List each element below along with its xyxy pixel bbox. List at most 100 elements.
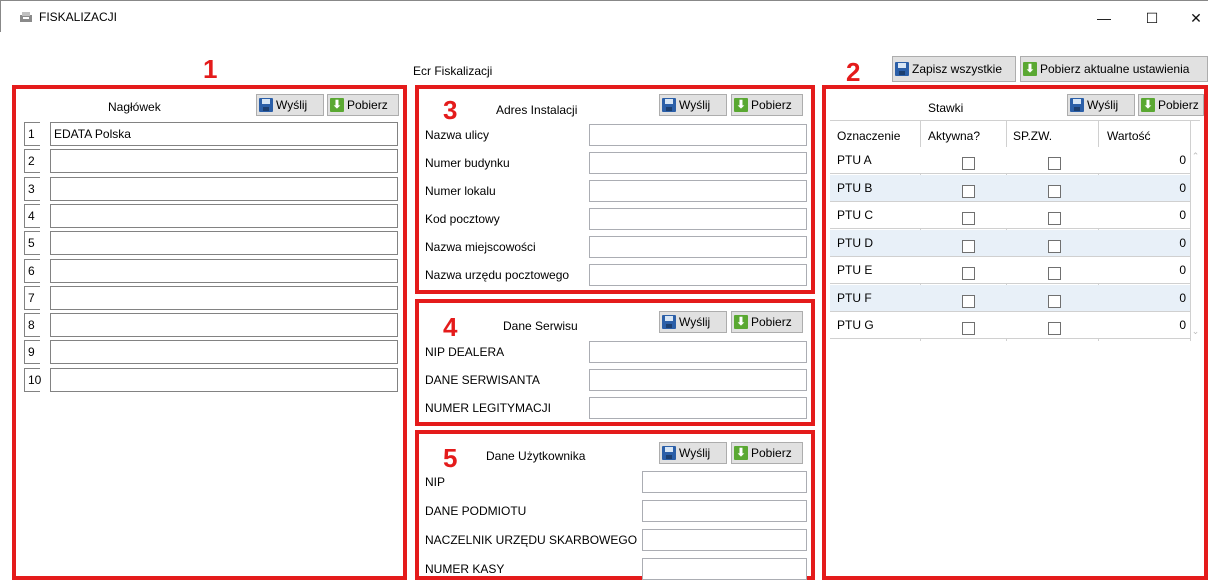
address-fetch-button[interactable]: ⬇ Pobierz [731,94,803,116]
rate-value[interactable]: 0 [1100,153,1186,167]
rates-send-button[interactable]: Wyślij [1067,94,1135,116]
rate-row[interactable]: PTU B 0 [830,174,1190,202]
exempt-checkbox[interactable] [1048,239,1061,253]
header-line-input[interactable]: EDATA Polska [50,122,398,146]
header-line-input[interactable] [50,367,398,392]
header-line-input[interactable] [50,149,398,174]
field-input[interactable] [642,471,807,493]
active-checkbox[interactable] [962,294,975,308]
minimize-button[interactable]: — [1089,5,1119,31]
header-row-number: 1 [24,122,40,146]
active-checkbox[interactable] [962,212,975,225]
exempt-checkbox[interactable] [1048,157,1061,170]
field-input[interactable] [589,369,807,391]
fetch-label: Pobierz [347,98,388,112]
rate-row[interactable]: PTU D 0 [830,229,1190,257]
header-line-input[interactable] [50,313,398,338]
download-icon: ⬇ [1141,98,1155,112]
rate-name: PTU E [837,263,873,277]
header-row-number: 8 [24,313,40,338]
exempt-checkbox[interactable] [1048,267,1061,280]
maximize-button[interactable]: ☐ [1137,5,1167,31]
col-header-aktywna[interactable]: Aktywna? [928,129,980,143]
field-input[interactable] [589,236,807,258]
rates-panel-title: Stawki [928,101,964,115]
active-checkbox[interactable] [962,157,975,170]
field-label: Nazwa ulicy [425,128,490,142]
header-line-input[interactable] [50,231,398,256]
rate-row[interactable]: PTU G 0 [830,312,1190,339]
field-input[interactable] [642,529,807,551]
send-label: Wyślij [276,98,308,112]
field-input[interactable] [589,124,807,146]
rate-row[interactable]: PTU A 0 [830,147,1190,174]
field-label: Nazwa miejscowości [425,240,536,254]
active-checkbox[interactable] [962,184,975,198]
save-all-button[interactable]: Zapisz wszystkie [892,56,1016,82]
exempt-checkbox[interactable] [1048,294,1061,308]
rate-row[interactable]: PTU E 0 [830,257,1190,284]
rate-value[interactable]: 0 [1100,291,1186,305]
header-line-input[interactable] [50,203,398,228]
header-line-input[interactable] [50,285,398,310]
col-header-oznaczenie[interactable]: Oznaczenie [837,129,900,143]
header-fetch-button[interactable]: ⬇ Pobierz [327,94,399,116]
header-line-input[interactable] [50,340,398,365]
field-label: Kod pocztowy [425,212,500,226]
header-line-input[interactable] [50,176,398,201]
send-label: Wyślij [679,446,711,460]
active-checkbox[interactable] [962,322,975,335]
address-send-button[interactable]: Wyślij [659,94,727,116]
field-label: Nazwa urzędu pocztowego [425,268,570,282]
service-send-button[interactable]: Wyślij [659,311,727,333]
rate-value[interactable]: 0 [1100,318,1186,332]
user-send-button[interactable]: Wyślij [659,442,727,464]
rate-value[interactable]: 0 [1100,263,1186,277]
col-header-spzw[interactable]: SP.ZW. [1013,129,1052,143]
service-panel-title: Dane Serwisu [503,319,578,333]
col-header-wartosc[interactable]: Wartość [1107,129,1151,143]
exempt-checkbox[interactable] [1048,212,1061,225]
user-fetch-button[interactable]: ⬇ Pobierz [731,442,803,464]
rate-row[interactable]: PTU F 0 [830,284,1190,312]
fetch-label: Pobierz [751,98,792,112]
rate-value[interactable]: 0 [1100,236,1186,250]
address-panel-title: Adres Instalacji [496,103,578,117]
exempt-checkbox[interactable] [1048,184,1061,198]
field-input[interactable] [589,180,807,202]
close-button[interactable]: ✕ [1181,5,1208,31]
field-label: Numer lokalu [425,184,496,198]
field-input[interactable] [589,341,807,363]
header-send-button[interactable]: Wyślij [256,94,324,116]
scroll-down-icon[interactable]: ⌄ [1191,326,1200,337]
service-fetch-button[interactable]: ⬇ Pobierz [731,311,803,333]
scroll-up-icon[interactable]: ⌃ [1191,151,1200,162]
active-checkbox[interactable] [962,267,975,280]
field-input[interactable] [589,208,807,230]
rates-fetch-button[interactable]: ⬇ Pobierz [1138,94,1204,116]
field-input[interactable] [642,558,807,580]
rate-name: PTU C [837,208,873,222]
field-input[interactable] [589,152,807,174]
header-row-number: 6 [24,258,40,283]
rate-value[interactable]: 0 [1100,181,1186,195]
header-row-number: 4 [24,203,40,228]
header-panel-title: Nagłówek [108,100,161,114]
ecr-label: Ecr Fiskalizacji [413,64,493,78]
field-input[interactable] [589,397,807,419]
send-label: Wyślij [679,98,711,112]
field-label: NIP [425,475,446,489]
fetch-current-settings-button[interactable]: ⬇ Pobierz aktualne ustawienia [1020,56,1208,82]
scrollbar[interactable]: ⌃ ⌄ [1191,151,1200,341]
fetch-label: Pobierz [1158,98,1199,112]
active-checkbox[interactable] [962,239,975,253]
header-line-input[interactable] [50,258,398,283]
rate-row[interactable]: PTU C 0 [830,202,1190,229]
section-label-2: 2 [846,57,861,87]
rate-value[interactable]: 0 [1100,208,1186,222]
field-input[interactable] [642,500,807,522]
window-title: FISKALIZACJI [39,10,118,24]
download-icon: ⬇ [734,446,748,460]
exempt-checkbox[interactable] [1048,322,1061,335]
field-input[interactable] [589,264,807,286]
